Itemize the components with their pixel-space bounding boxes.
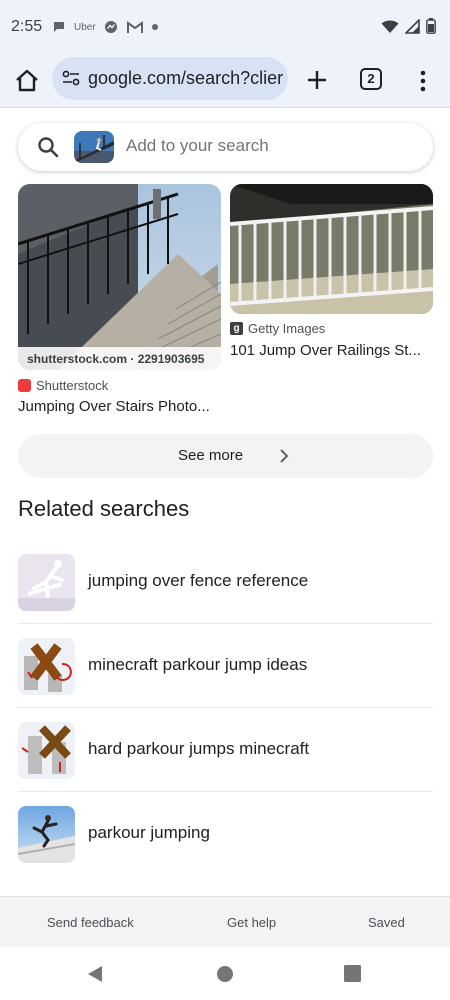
image-result-railings[interactable] — [230, 184, 433, 314]
related-searches-heading: Related searches — [18, 496, 190, 521]
messenger-icon — [104, 18, 119, 36]
recents-icon[interactable] — [344, 965, 361, 987]
status-bar: 2:55 Uber — [0, 0, 450, 56]
related-thumbnail — [18, 722, 75, 779]
url-text[interactable]: google.com/search?clier — [88, 68, 283, 89]
related-item-parkour-jumping[interactable]: parkour jumping — [0, 792, 450, 876]
status-time: 2:55 — [11, 18, 43, 35]
address-bar[interactable]: google.com/search?clier — [52, 57, 288, 100]
image-result-stairs[interactable] — [18, 184, 221, 370]
home-icon[interactable] — [14, 68, 40, 94]
result-title-railings[interactable]: 101 Jump Over Railings St... — [230, 342, 421, 359]
search-icon[interactable] — [36, 135, 60, 164]
related-thumbnail — [18, 554, 75, 611]
related-thumbnail — [18, 638, 75, 695]
related-label[interactable]: jumping over fence reference — [88, 571, 308, 591]
see-more-button[interactable]: See more — [18, 434, 433, 478]
related-item-minecraft-ideas[interactable]: minecraft parkour jump ideas — [0, 624, 450, 708]
related-item-fence[interactable]: jumping over fence reference — [0, 540, 450, 624]
wifi-icon — [381, 19, 399, 39]
result-source-shutterstock[interactable]: Shutterstock — [18, 378, 108, 393]
gmail-icon — [126, 18, 143, 36]
site-settings-icon[interactable] — [62, 70, 80, 91]
saved-link[interactable]: Saved — [368, 915, 405, 930]
new-tab-icon[interactable] — [304, 67, 330, 93]
send-feedback-link[interactable]: Send feedback — [47, 915, 134, 930]
more-menu-icon[interactable] — [416, 68, 430, 94]
search-image-thumbnail[interactable] — [74, 131, 114, 163]
related-label[interactable]: parkour jumping — [88, 823, 210, 843]
signal-icon — [404, 17, 420, 39]
getty-favicon-icon: g — [230, 322, 243, 335]
get-help-link[interactable]: Get help — [227, 915, 276, 930]
search-refine-bar[interactable]: Add to your search — [18, 123, 433, 171]
uber-icon: Uber — [74, 21, 96, 33]
page-footer: Send feedback Get help Saved — [0, 896, 450, 947]
system-icons — [381, 17, 436, 39]
image-watermark: shutterstock.com · 2291903695 — [18, 347, 221, 371]
back-icon[interactable] — [86, 965, 104, 988]
related-thumbnail — [18, 806, 75, 863]
chevron-right-icon — [279, 448, 289, 469]
related-item-minecraft-hard[interactable]: hard parkour jumps minecraft — [0, 708, 450, 792]
dot-icon — [151, 18, 159, 36]
result-source-getty[interactable]: g Getty Images — [230, 321, 325, 336]
system-navigation-bar — [0, 947, 450, 1000]
search-placeholder-text[interactable]: Add to your search — [126, 136, 269, 156]
chat-icon — [52, 18, 66, 36]
related-label[interactable]: minecraft parkour jump ideas — [88, 655, 307, 675]
source-name[interactable]: Shutterstock — [36, 378, 108, 393]
related-label[interactable]: hard parkour jumps minecraft — [88, 739, 309, 759]
source-name[interactable]: Getty Images — [248, 321, 325, 336]
notification-icons: Uber — [52, 18, 159, 36]
browser-toolbar: google.com/search?clier 2 — [0, 56, 450, 108]
see-more-label[interactable]: See more — [178, 447, 243, 464]
shutterstock-favicon-icon — [18, 379, 31, 392]
tab-switcher-button[interactable]: 2 — [360, 68, 382, 90]
battery-icon — [426, 18, 436, 39]
home-nav-icon[interactable] — [216, 965, 234, 988]
result-title-stairs[interactable]: Jumping Over Stairs Photo... — [18, 398, 210, 415]
